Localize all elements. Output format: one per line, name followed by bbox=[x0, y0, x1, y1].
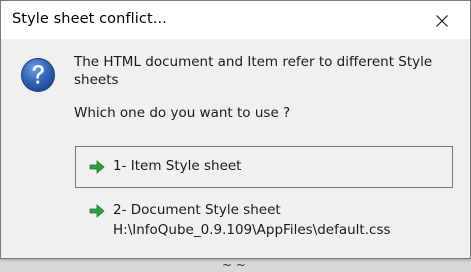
style-sheet-conflict-dialog: Style sheet conflict... The HTML documen… bbox=[0, 0, 471, 259]
background-text-bottom: ~ ~ bbox=[222, 258, 246, 272]
item-style-sheet-option[interactable]: 1- Item Style sheet bbox=[75, 146, 453, 188]
dialog-message: The HTML document and Item refer to diff… bbox=[74, 54, 433, 88]
question-icon bbox=[21, 58, 55, 92]
option-label: 1- Item Style sheet bbox=[113, 158, 242, 174]
dialog-title: Style sheet conflict... bbox=[12, 11, 167, 27]
title-bar[interactable]: Style sheet conflict... bbox=[1, 1, 470, 39]
close-button[interactable] bbox=[425, 7, 459, 35]
option-path: H:\InfoQube_0.9.109\AppFiles\default.css bbox=[113, 222, 391, 238]
close-icon bbox=[436, 15, 448, 27]
dialog-body: The HTML document and Item refer to diff… bbox=[1, 39, 470, 258]
dialog-question: Which one do you want to use ? bbox=[74, 105, 291, 121]
document-style-sheet-option[interactable]: 2- Document Style sheet H:\InfoQube_0.9.… bbox=[75, 197, 453, 247]
option-label: 2- Document Style sheet bbox=[113, 202, 281, 218]
green-arrow-icon bbox=[89, 160, 105, 174]
green-arrow-icon bbox=[89, 204, 105, 218]
